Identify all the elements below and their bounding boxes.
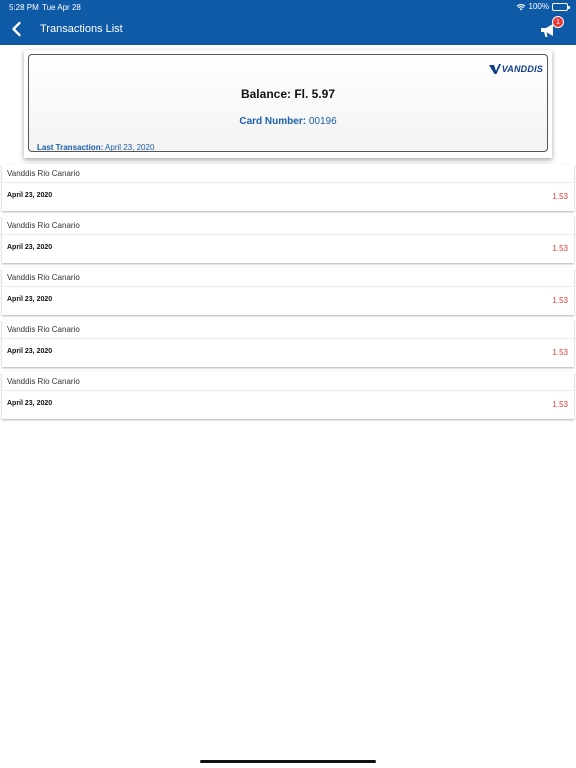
card-number-value: 00196 [308, 116, 337, 127]
transaction-amount: 1.53 [552, 192, 568, 201]
row-divider [2, 338, 574, 339]
wifi-icon [516, 3, 525, 10]
app-header: 5:28 PM Tue Apr 28 100% Transactions Lis… [0, 0, 576, 45]
transaction-row[interactable]: Vanddis Rio Canario April 23, 2020 1.53 [2, 320, 574, 367]
last-transaction-label: Last Transaction: [37, 143, 104, 152]
status-time: 5:28 PM [9, 3, 39, 12]
transaction-merchant: Vanddis Rio Canario [7, 377, 80, 386]
logo-text: VANDDIS [501, 64, 543, 74]
transaction-amount: 1.53 [552, 296, 568, 305]
row-divider [2, 286, 574, 287]
nav-bar: Transactions List 1 [0, 14, 576, 45]
balance-card-container: VANDDIS Balance: Fl. 5.97 Card Number: 0… [24, 50, 552, 158]
card-number: Card Number: 00196 [29, 116, 547, 127]
transactions-list: Vanddis Rio Canario April 23, 2020 1.53 … [2, 164, 574, 424]
transaction-date: April 23, 2020 [7, 296, 53, 303]
row-divider [2, 390, 574, 391]
balance-amount: Balance: Fl. 5.97 [240, 87, 336, 101]
transaction-merchant: Vanddis Rio Canario [7, 221, 80, 230]
back-chevron-icon[interactable] [10, 21, 24, 37]
transaction-date: April 23, 2020 [7, 400, 53, 407]
logo-mark-icon [488, 64, 501, 74]
transaction-amount: 1.53 [552, 244, 568, 253]
transaction-merchant: Vanddis Rio Canario [7, 325, 80, 334]
balance-card: VANDDIS Balance: Fl. 5.97 Card Number: 0… [28, 54, 548, 152]
transaction-row[interactable]: Vanddis Rio Canario April 23, 2020 1.53 [2, 216, 574, 263]
row-divider [2, 182, 574, 183]
transaction-amount: 1.53 [552, 400, 568, 409]
transaction-amount: 1.53 [552, 348, 568, 357]
vanddis-logo: VANDDIS [488, 61, 543, 77]
transaction-row[interactable]: Vanddis Rio Canario April 23, 2020 1.53 [2, 372, 574, 419]
card-number-label: Card Number: [239, 116, 307, 127]
transaction-date: April 23, 2020 [7, 348, 53, 355]
transaction-date: April 23, 2020 [7, 244, 53, 251]
transaction-row[interactable]: Vanddis Rio Canario April 23, 2020 1.53 [2, 164, 574, 211]
last-transaction: Last Transaction: April 23, 2020 [37, 143, 154, 152]
transaction-merchant: Vanddis Rio Canario [7, 273, 80, 282]
row-divider [2, 234, 574, 235]
transaction-row[interactable]: Vanddis Rio Canario April 23, 2020 1.53 [2, 268, 574, 315]
transaction-date: April 23, 2020 [7, 192, 53, 199]
notification-badge[interactable]: 1 [552, 16, 564, 28]
status-date: Tue Apr 28 [42, 3, 81, 12]
transaction-merchant: Vanddis Rio Canario [7, 169, 80, 178]
battery-icon [552, 2, 570, 11]
status-right: 100% [516, 2, 570, 11]
home-indicator[interactable] [200, 760, 376, 763]
page-title: Transactions List [40, 23, 123, 35]
status-bar: 5:28 PM Tue Apr 28 100% [0, 0, 576, 14]
battery-percent: 100% [528, 2, 549, 11]
last-transaction-date: April 23, 2020 [105, 143, 155, 152]
